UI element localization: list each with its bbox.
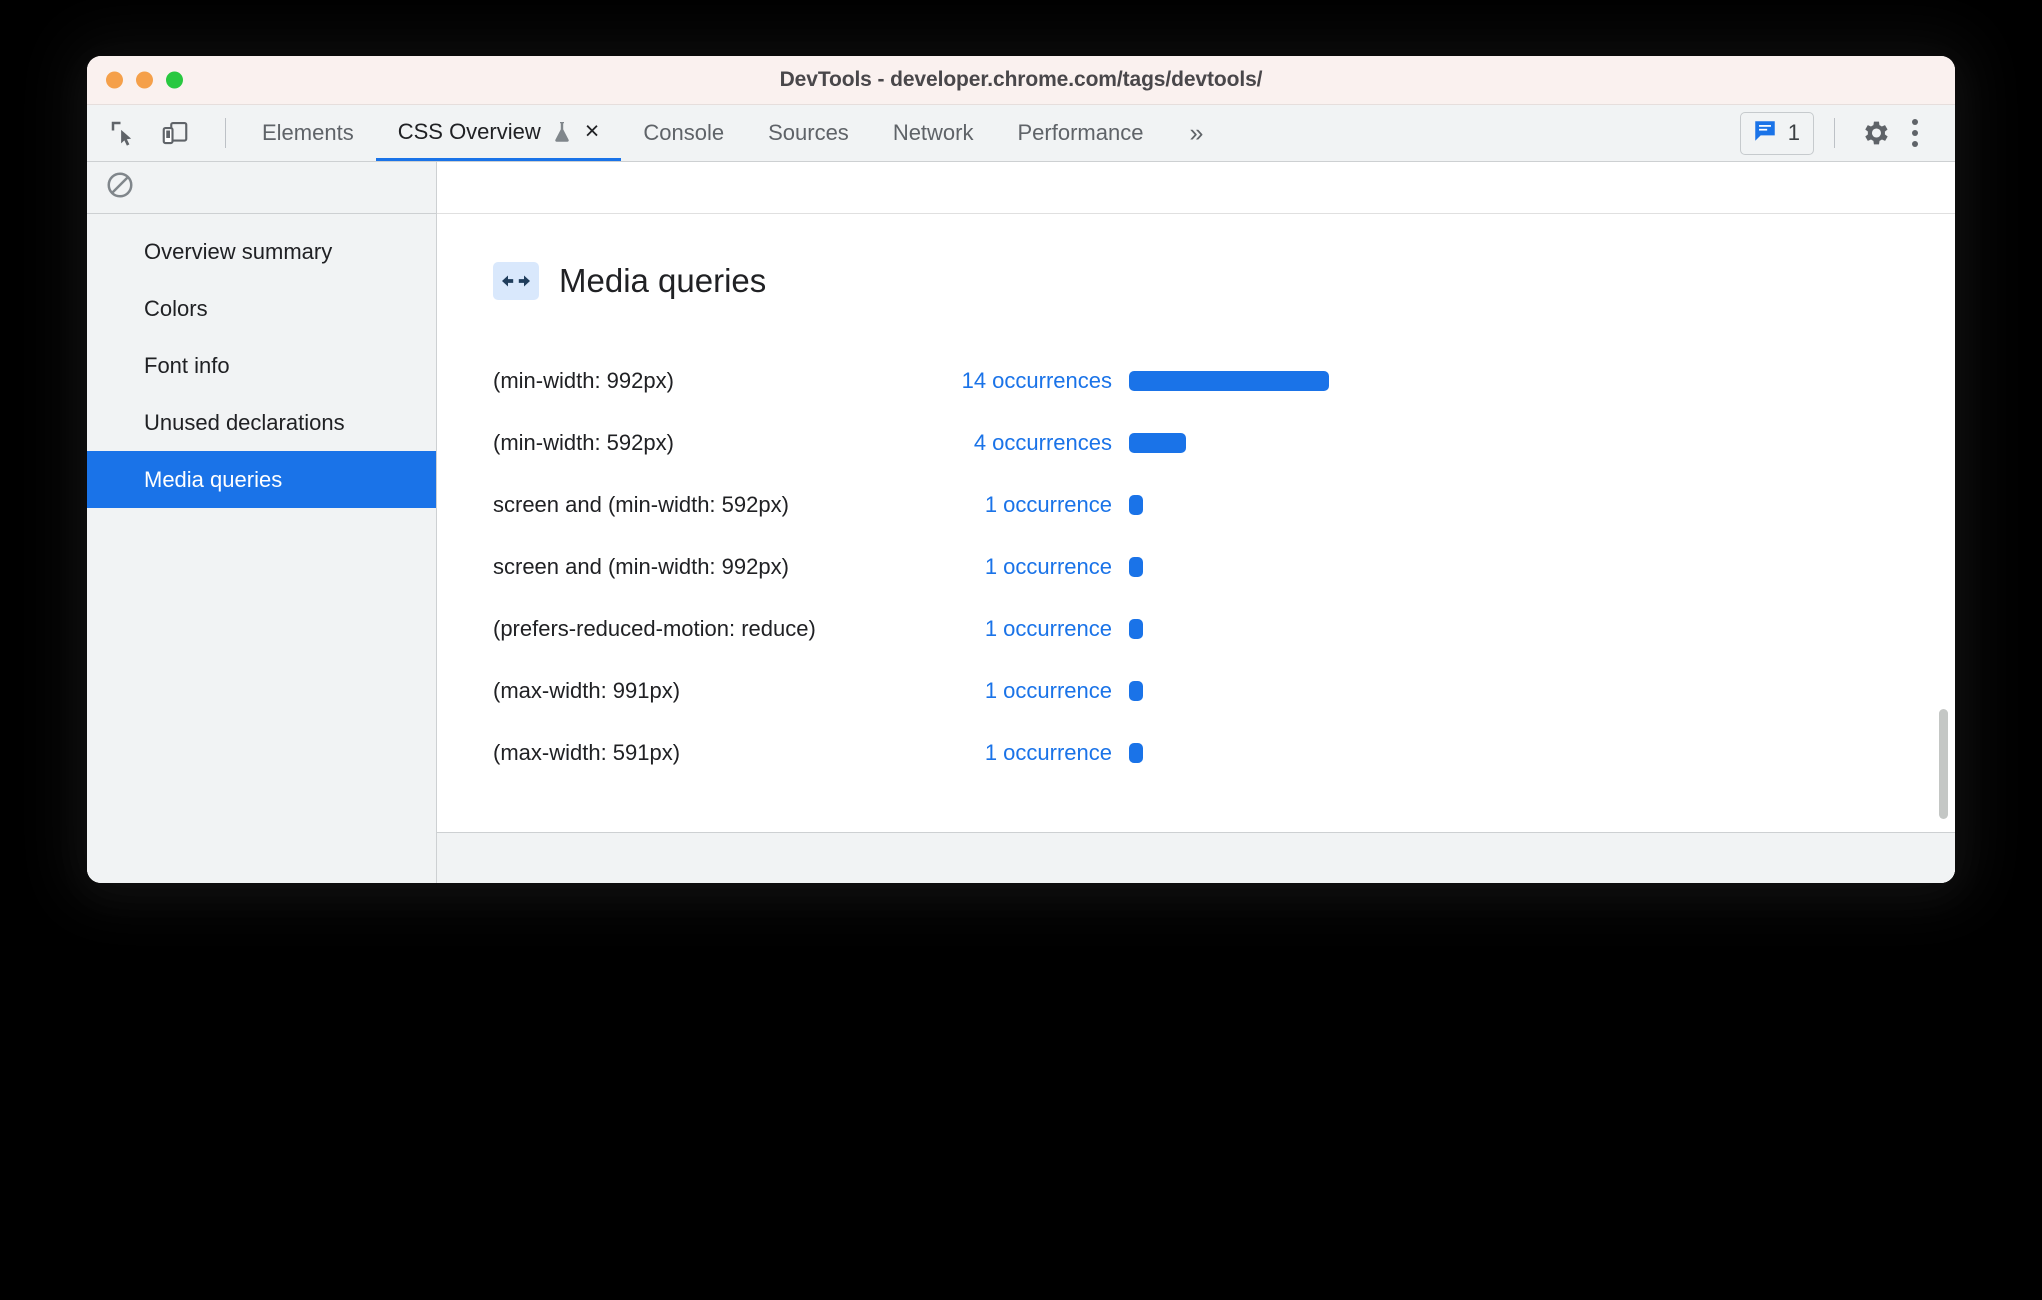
media-queries-heading: Media queries xyxy=(493,262,1955,300)
occurrence-link[interactable]: 1 occurrence xyxy=(933,678,1129,704)
occurrence-bar xyxy=(1129,495,1143,515)
page-title: Media queries xyxy=(559,262,767,299)
occurrence-bar xyxy=(1129,433,1186,453)
occurrence-link[interactable]: 14 occurrences xyxy=(933,368,1129,394)
css-overview-content: Media queries (min-width: 992px) 14 occu… xyxy=(437,162,1955,883)
media-query-text: (max-width: 991px) xyxy=(493,678,681,703)
left-right-arrows-icon xyxy=(493,262,539,300)
occurrence-bar xyxy=(1129,619,1143,639)
sidebar-toolbar xyxy=(87,162,436,214)
table-row: (prefers-reduced-motion: reduce) 1 occur… xyxy=(493,598,1955,660)
tab-label: Performance xyxy=(1017,120,1144,145)
occurrence-link[interactable]: 4 occurrences xyxy=(933,430,1129,456)
table-row: (max-width: 591px) 1 occurrence xyxy=(493,722,1955,784)
sidebar-item-label: Media queries xyxy=(144,466,283,492)
tab-label: Elements xyxy=(262,120,354,145)
media-queries-list: (min-width: 992px) 14 occurrences (min-w… xyxy=(493,350,1955,784)
console-message-badge[interactable]: 1 xyxy=(1739,111,1814,155)
traffic-light-buttons[interactable] xyxy=(106,71,183,89)
panel-tabs: Elements CSS Overview × Console Sources xyxy=(240,105,1740,161)
sidebar-item-overview-summary[interactable]: Overview summary xyxy=(87,223,436,280)
minimize-window-button[interactable] xyxy=(136,71,153,89)
media-query-text: screen and (min-width: 592px) xyxy=(493,492,789,517)
sidebar-item-colors[interactable]: Colors xyxy=(87,280,436,337)
console-message-count: 1 xyxy=(1787,120,1800,145)
media-query-text: (min-width: 592px) xyxy=(493,430,674,455)
sidebar-item-list: Overview summary Colors Font info Unused… xyxy=(87,214,436,508)
table-row: screen and (min-width: 992px) 1 occurren… xyxy=(493,536,1955,598)
tab-console[interactable]: Console xyxy=(621,105,746,161)
table-row: (max-width: 991px) 1 occurrence xyxy=(493,660,1955,722)
sidebar-item-media-queries[interactable]: Media queries xyxy=(87,451,436,508)
tab-sources[interactable]: Sources xyxy=(746,105,871,161)
sidebar-item-label: Overview summary xyxy=(144,238,333,264)
occurrence-bar xyxy=(1129,557,1143,577)
devtools-toolbar: Elements CSS Overview × Console Sources xyxy=(87,105,1955,162)
media-query-text: (max-width: 591px) xyxy=(493,740,681,765)
window-title: DevTools - developer.chrome.com/tags/dev… xyxy=(779,68,1263,91)
tab-label: Network xyxy=(892,120,974,145)
sidebar-item-label: Unused declarations xyxy=(144,409,345,435)
tab-performance[interactable]: Performance xyxy=(996,105,1166,161)
table-row: (min-width: 592px) 4 occurrences xyxy=(493,412,1955,474)
clear-overview-icon[interactable] xyxy=(105,170,135,205)
device-toolbar-icon[interactable] xyxy=(157,115,193,151)
content-footer-bar xyxy=(437,832,1955,883)
sidebar-item-label: Font info xyxy=(144,352,230,378)
zoom-window-button[interactable] xyxy=(166,71,183,89)
toolbar-divider xyxy=(225,118,226,148)
tab-network[interactable]: Network xyxy=(871,105,996,161)
css-overview-sidebar: Overview summary Colors Font info Unused… xyxy=(87,162,437,883)
sidebar-item-label: Colors xyxy=(144,295,208,321)
occurrence-link[interactable]: 1 occurrence xyxy=(933,492,1129,518)
media-query-text: screen and (min-width: 992px) xyxy=(493,554,789,579)
experiment-flask-icon xyxy=(552,120,572,144)
media-query-text: (min-width: 992px) xyxy=(493,368,674,393)
toolbar-left-icons xyxy=(87,105,240,161)
gear-icon[interactable] xyxy=(1855,113,1895,153)
table-row: (min-width: 992px) 14 occurrences xyxy=(493,350,1955,412)
occurrence-link[interactable]: 1 occurrence xyxy=(933,616,1129,642)
more-vertical-icon[interactable] xyxy=(1895,113,1935,153)
occurrence-link[interactable]: 1 occurrence xyxy=(933,740,1129,766)
tab-css-overview[interactable]: CSS Overview × xyxy=(375,105,622,161)
occurrence-bar xyxy=(1129,681,1143,701)
window-titlebar: DevTools - developer.chrome.com/tags/dev… xyxy=(87,56,1955,105)
close-tab-button[interactable]: × xyxy=(585,119,600,144)
vertical-scrollbar-thumb[interactable] xyxy=(1939,709,1948,819)
tab-label: Console xyxy=(643,120,725,145)
console-message-icon xyxy=(1752,118,1778,149)
devtools-window: DevTools - developer.chrome.com/tags/dev… xyxy=(87,56,1955,883)
tab-label: Sources xyxy=(768,120,849,145)
tab-label: CSS Overview xyxy=(397,118,541,144)
inspect-cursor-icon[interactable] xyxy=(105,115,141,151)
more-tabs-button[interactable]: » xyxy=(1165,105,1225,161)
media-query-text: (prefers-reduced-motion: reduce) xyxy=(493,616,816,641)
occurrence-link[interactable]: 1 occurrence xyxy=(933,554,1129,580)
table-row: screen and (min-width: 592px) 1 occurren… xyxy=(493,474,1955,536)
occurrence-bar xyxy=(1129,371,1329,391)
sidebar-item-unused-declarations[interactable]: Unused declarations xyxy=(87,394,436,451)
media-queries-panel: Media queries (min-width: 992px) 14 occu… xyxy=(437,214,1955,832)
close-window-button[interactable] xyxy=(106,71,123,89)
occurrence-bar xyxy=(1129,743,1143,763)
toolbar-right-divider xyxy=(1834,118,1835,148)
devtools-body: Overview summary Colors Font info Unused… xyxy=(87,162,1955,883)
toolbar-right-icons: 1 xyxy=(1739,105,1955,161)
screenshot-root: DevTools - developer.chrome.com/tags/dev… xyxy=(0,0,2042,1300)
tab-elements[interactable]: Elements xyxy=(240,105,376,161)
sidebar-item-font-info[interactable]: Font info xyxy=(87,337,436,394)
